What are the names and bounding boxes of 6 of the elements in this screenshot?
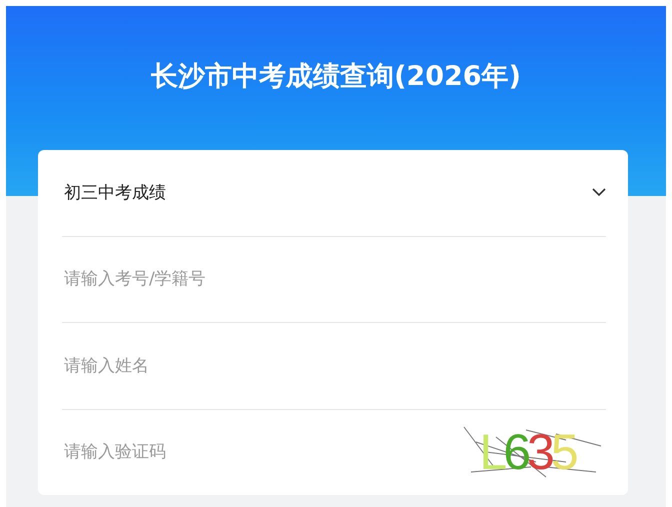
- input-field[interactable]: 请输入姓名: [62, 350, 364, 381]
- exam-type-select[interactable]: 初三中考成绩: [62, 172, 606, 213]
- chevron-icon: [592, 188, 606, 198]
- input-field[interactable]: 请输入考号/学籍号: [62, 264, 364, 294]
- captcha-field[interactable]: 请输入验证码: [62, 437, 364, 468]
- page-title: 长沙市中考成绩查询(2026年): [151, 60, 521, 94]
